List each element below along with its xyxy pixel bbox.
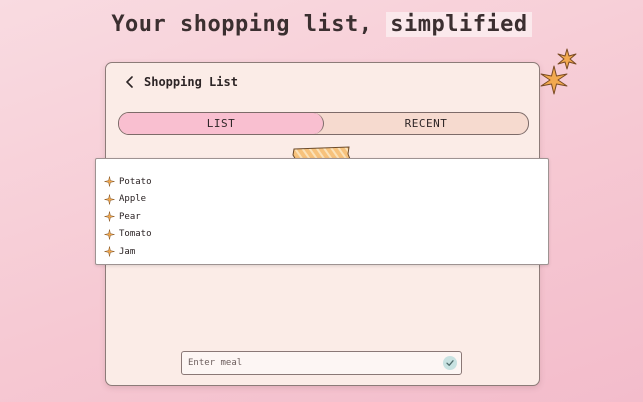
- meal-input-wrapper: [181, 351, 462, 375]
- sparkle-icon: [104, 194, 115, 205]
- shopping-list: Potato Apple Pear Tomato Jam: [95, 158, 549, 265]
- page-title: Shopping List: [144, 75, 238, 89]
- headline-text: Your shopping list,: [111, 12, 387, 37]
- back-button[interactable]: [120, 72, 140, 92]
- headline: Your shopping list, simplified: [0, 12, 643, 37]
- headline-highlight: simplified: [386, 12, 532, 37]
- list-item[interactable]: Apple: [104, 191, 548, 209]
- list-item-label: Apple: [119, 194, 147, 205]
- meal-input[interactable]: [182, 352, 444, 374]
- tab-bar: LIST RECENT: [118, 112, 529, 135]
- list-item[interactable]: Jam: [104, 243, 548, 261]
- list-item[interactable]: Pear: [104, 208, 548, 226]
- sparkle-icon: [104, 246, 115, 257]
- submit-meal-button[interactable]: [443, 356, 457, 370]
- list-item-label: Jam: [119, 246, 136, 257]
- sparkle-icon: [104, 211, 115, 222]
- tab-list[interactable]: LIST: [119, 113, 324, 134]
- sparkle-icon: [540, 65, 568, 95]
- list-item[interactable]: Tomato: [104, 226, 548, 244]
- top-bar: Shopping List: [106, 63, 539, 103]
- sparkle-icon: [104, 229, 115, 240]
- list-item-label: Tomato: [119, 229, 152, 240]
- list-item-label: Pear: [119, 211, 141, 222]
- tab-recent[interactable]: RECENT: [324, 113, 528, 134]
- checkmark-icon: [446, 360, 454, 366]
- list-item-label: Potato: [119, 176, 152, 187]
- chevron-left-icon: [126, 76, 133, 88]
- list-items: Potato Apple Pear Tomato Jam: [96, 159, 548, 261]
- sparkle-icon: [104, 176, 115, 187]
- list-item[interactable]: Potato: [104, 173, 548, 191]
